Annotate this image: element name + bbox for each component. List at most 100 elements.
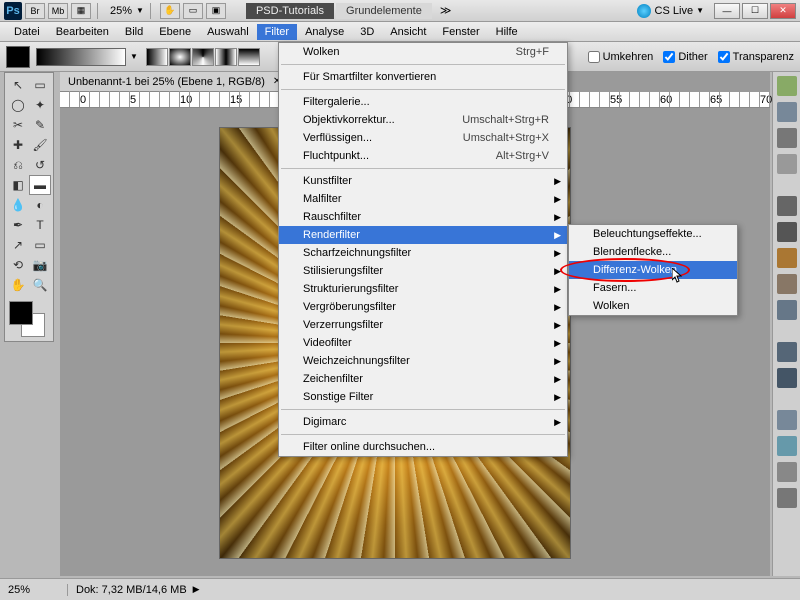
hand-button[interactable]: ✋ [160,3,180,19]
history-brush-tool[interactable]: ↺ [29,155,51,175]
submenu-item-fasern[interactable]: Fasern... [569,279,737,297]
menu-item-wolken[interactable]: WolkenStrg+F [279,43,567,61]
dodge-tool[interactable]: ◐ [29,195,51,215]
menu-fenster[interactable]: Fenster [434,24,487,40]
bridge-button[interactable]: Br [25,3,45,19]
gradient-tool[interactable]: ▬ [29,175,51,195]
menu-item-kunstfilter[interactable]: Kunstfilter▶ [279,172,567,190]
move-tool[interactable]: ↖ [7,75,29,95]
menu-item-fluchtpunkt[interactable]: Fluchtpunkt...Alt+Strg+V [279,147,567,165]
menu-item-smartfilter[interactable]: Für Smartfilter konvertieren [279,68,567,86]
panel-icon[interactable] [777,342,797,362]
minibridge-button[interactable]: Mb [48,3,68,19]
path-tool[interactable]: ↗ [7,235,29,255]
eyedropper-tool[interactable]: ✎ [29,115,51,135]
foreground-color[interactable] [9,301,33,325]
crop-tool[interactable]: ✂ [7,115,29,135]
dither-checkbox[interactable]: Dither [663,51,707,63]
zoom-dropdown-icon[interactable]: ▼ [136,6,144,15]
menu-hilfe[interactable]: Hilfe [488,24,526,40]
tool-preset[interactable] [6,46,30,68]
menu-auswahl[interactable]: Auswahl [199,24,257,40]
panel-icon[interactable] [777,248,797,268]
gradient-preview[interactable] [36,48,126,66]
menu-item-zeichenfilter[interactable]: Zeichenfilter▶ [279,370,567,388]
gradient-angle[interactable] [192,48,214,66]
chevron-right-icon[interactable]: ▶ [193,584,200,595]
menu-ebene[interactable]: Ebene [151,24,199,40]
menu-datei[interactable]: Datei [6,24,48,40]
stamp-tool[interactable]: ⎌ [7,155,29,175]
color-swatches[interactable] [7,299,47,339]
document-tab[interactable]: Unbenannt-1 bei 25% (Ebene 1, RGB/8) ✕ [60,72,289,92]
camera-tool[interactable]: 📷 [29,255,51,275]
submenu-item-wolken[interactable]: Wolken [569,297,737,315]
type-tool[interactable]: T [29,215,51,235]
lasso-tool[interactable]: ◯ [7,95,29,115]
panel-icon[interactable] [777,300,797,320]
menu-item-strukturierungsfilter[interactable]: Strukturierungsfilter▶ [279,280,567,298]
hand-tool[interactable]: ✋ [7,275,29,295]
menu-item-renderfilter[interactable]: Renderfilter▶ [279,226,567,244]
marquee-tool[interactable]: ▭ [29,75,51,95]
menu-item-videofilter[interactable]: Videofilter▶ [279,334,567,352]
panel-icon[interactable] [777,410,797,430]
zoom-level[interactable]: 25% [110,5,132,17]
menu-item-verfluessigen[interactable]: Verflüssigen...Umschalt+Strg+X [279,129,567,147]
submenu-item-blendenflecke[interactable]: Blendenflecke... [569,243,737,261]
menu-3d[interactable]: 3D [352,24,382,40]
menu-ansicht[interactable]: Ansicht [382,24,434,40]
panel-icon[interactable] [777,128,797,148]
pen-tool[interactable]: ✒ [7,215,29,235]
panel-icon[interactable] [777,76,797,96]
panel-icon[interactable] [777,274,797,294]
eraser-tool[interactable]: ◧ [7,175,29,195]
zoom-tool[interactable]: 🔍 [29,275,51,295]
menu-filter[interactable]: Filter [257,24,297,40]
blur-tool[interactable]: 💧 [7,195,29,215]
gradient-diamond[interactable] [238,48,260,66]
menu-item-filter-online[interactable]: Filter online durchsuchen... [279,438,567,456]
menu-item-weichzeichnungsfilter[interactable]: Weichzeichnungsfilter▶ [279,352,567,370]
panel-icon[interactable] [777,154,797,174]
brush-tool[interactable]: 🖌 [29,135,51,155]
submenu-item-beleuchtungseffekte[interactable]: Beleuchtungseffekte... [569,225,737,243]
wand-tool[interactable]: ✦ [29,95,51,115]
menu-bild[interactable]: Bild [117,24,151,40]
submenu-item-differenz-wolken[interactable]: Differenz-Wolken [569,261,737,279]
panel-icon[interactable] [777,102,797,122]
close-button[interactable]: ✕ [770,3,796,19]
gradient-linear[interactable] [146,48,168,66]
panel-icon[interactable] [777,196,797,216]
minimize-button[interactable]: — [714,3,740,19]
panel-icon[interactable] [777,368,797,388]
menu-analyse[interactable]: Analyse [297,24,352,40]
transparenz-checkbox[interactable]: Transparenz [718,51,794,63]
panel-icon[interactable] [777,462,797,482]
gradient-reflected[interactable] [215,48,237,66]
menu-item-digimarc[interactable]: Digimarc▶ [279,413,567,431]
workspace-tab-psd-tutorials[interactable]: PSD-Tutorials [246,3,334,19]
menu-item-verzerrungsfilter[interactable]: Verzerrungsfilter▶ [279,316,567,334]
cslive-button[interactable]: CS Live ▼ [637,4,704,18]
menu-item-rauschfilter[interactable]: Rauschfilter▶ [279,208,567,226]
umkehren-checkbox[interactable]: Umkehren [588,51,654,63]
menu-bearbeiten[interactable]: Bearbeiten [48,24,117,40]
menu-item-stilisierungsfilter[interactable]: Stilisierungsfilter▶ [279,262,567,280]
chevron-down-icon[interactable]: ▼ [130,52,138,61]
view-extras-button[interactable]: ▦ [71,3,91,19]
panel-icon[interactable] [777,222,797,242]
menu-item-sonstige-filter[interactable]: Sonstige Filter▶ [279,388,567,406]
arrange-button[interactable]: ▭ [183,3,203,19]
menu-item-scharfzeichnungsfilter[interactable]: Scharfzeichnungsfilter▶ [279,244,567,262]
panel-icon[interactable] [777,488,797,508]
workspace-tab-grundelemente[interactable]: Grundelemente [336,3,432,19]
workspace-more-icon[interactable]: ≫ [440,4,452,17]
menu-item-vergroeberungsfilter[interactable]: Vergröberungsfilter▶ [279,298,567,316]
menu-item-malfilter[interactable]: Malfilter▶ [279,190,567,208]
heal-tool[interactable]: ✚ [7,135,29,155]
panel-icon[interactable] [777,436,797,456]
maximize-button[interactable]: ☐ [742,3,768,19]
screenmode-button[interactable]: ▣ [206,3,226,19]
menu-item-filtergalerie[interactable]: Filtergalerie... [279,93,567,111]
